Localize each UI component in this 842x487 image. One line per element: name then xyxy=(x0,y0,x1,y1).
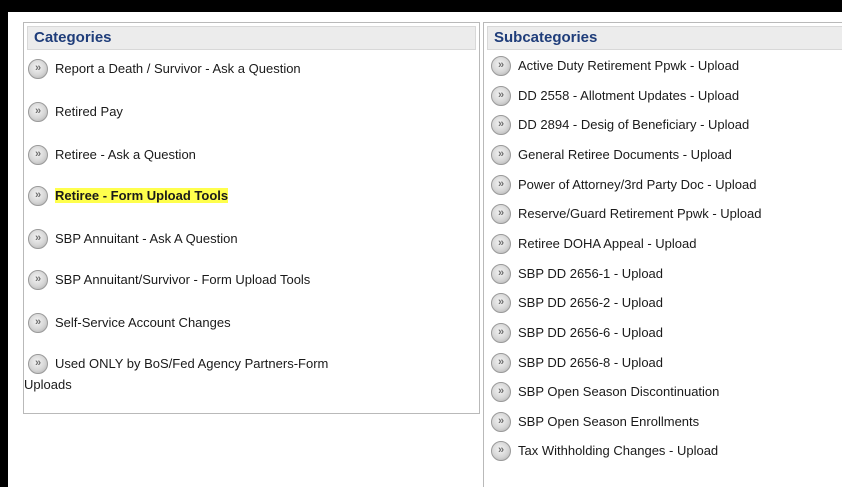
subcategory-label: Tax Withholding Changes - Upload xyxy=(518,443,719,458)
subcategory-label: SBP DD 2656-2 - Upload xyxy=(518,295,664,310)
subcategory-label: General Retiree Documents - Upload xyxy=(518,147,732,162)
subcategory-item[interactable]: Active Duty Retirement Ppwk - Upload xyxy=(491,55,842,77)
subcategory-label: SBP Open Season Enrollments xyxy=(518,414,700,429)
double-chevron-right-icon[interactable] xyxy=(28,353,48,374)
subcategory-label: SBP DD 2656-1 - Upload xyxy=(518,266,664,281)
double-chevron-right-icon[interactable] xyxy=(491,144,511,165)
category-item-retired-pay[interactable]: Retired Pay xyxy=(28,101,473,123)
double-chevron-right-icon[interactable] xyxy=(28,58,48,79)
subcategory-item[interactable]: SBP Open Season Enrollments xyxy=(491,411,842,433)
subcategory-item[interactable]: SBP DD 2656-1 - Upload xyxy=(491,263,842,285)
double-chevron-right-icon[interactable] xyxy=(28,312,48,333)
subcategory-label: SBP DD 2656-6 - Upload xyxy=(518,325,664,340)
double-chevron-right-icon[interactable] xyxy=(491,440,511,461)
subcategory-item[interactable]: Reserve/Guard Retirement Ppwk - Upload xyxy=(491,203,842,225)
categories-panel: Categories Report a Death / Survivor - A… xyxy=(23,22,480,414)
category-item-self-service[interactable]: Self-Service Account Changes xyxy=(28,312,473,334)
double-chevron-right-icon[interactable] xyxy=(491,381,511,402)
category-label: Used ONLY by BoS/Fed Agency Partners-For… xyxy=(55,356,329,371)
subcategory-label: DD 2894 - Desig of Beneficiary - Upload xyxy=(518,117,750,132)
subcategory-label: Power of Attorney/3rd Party Doc - Upload xyxy=(518,177,757,192)
category-label: SBP Annuitant - Ask A Question xyxy=(55,231,238,246)
subcategory-item[interactable]: Retiree DOHA Appeal - Upload xyxy=(491,233,842,255)
category-item-bos-fed-agency[interactable]: Used ONLY by BoS/Fed Agency Partners-For… xyxy=(24,353,473,394)
category-item-sbp-annuitant-form-upload[interactable]: SBP Annuitant/Survivor - Form Upload Too… xyxy=(28,269,473,291)
category-label: SBP Annuitant/Survivor - Form Upload Too… xyxy=(55,272,311,287)
category-item-report-death[interactable]: Report a Death / Survivor - Ask a Questi… xyxy=(28,58,473,80)
subcategory-item[interactable]: SBP DD 2656-2 - Upload xyxy=(491,292,842,314)
double-chevron-right-icon[interactable] xyxy=(491,292,511,313)
double-chevron-right-icon[interactable] xyxy=(28,101,48,122)
category-label-selected: Retiree - Form Upload Tools xyxy=(55,188,229,203)
double-chevron-right-icon[interactable] xyxy=(491,203,511,224)
subcategories-panel: Subcategories Active Duty Retirement Ppw… xyxy=(483,22,842,487)
subcategory-label: Retiree DOHA Appeal - Upload xyxy=(518,236,697,251)
double-chevron-right-icon[interactable] xyxy=(491,263,511,284)
double-chevron-right-icon[interactable] xyxy=(491,322,511,343)
subcategory-label: SBP Open Season Discontinuation xyxy=(518,384,720,399)
double-chevron-right-icon[interactable] xyxy=(491,233,511,254)
double-chevron-right-icon[interactable] xyxy=(491,352,511,373)
category-picker: Categories Report a Death / Survivor - A… xyxy=(8,12,842,487)
double-chevron-right-icon[interactable] xyxy=(28,228,48,249)
subcategory-item[interactable]: Power of Attorney/3rd Party Doc - Upload xyxy=(491,174,842,196)
screenshot-frame: Categories Report a Death / Survivor - A… xyxy=(0,0,842,487)
subcategory-label: SBP DD 2656-8 - Upload xyxy=(518,355,664,370)
double-chevron-right-icon[interactable] xyxy=(28,185,48,206)
double-chevron-right-icon[interactable] xyxy=(28,144,48,165)
category-label: Retiree - Ask a Question xyxy=(55,147,196,162)
double-chevron-right-icon[interactable] xyxy=(491,85,511,106)
subcategory-item[interactable]: SBP DD 2656-6 - Upload xyxy=(491,322,842,344)
categories-header: Categories xyxy=(27,26,476,50)
subcategory-label: Reserve/Guard Retirement Ppwk - Upload xyxy=(518,206,762,221)
category-item-sbp-annuitant-ask[interactable]: SBP Annuitant - Ask A Question xyxy=(28,228,473,250)
category-label: Report a Death / Survivor - Ask a Questi… xyxy=(55,61,301,76)
subcategory-label: Active Duty Retirement Ppwk - Upload xyxy=(518,58,740,73)
double-chevron-right-icon[interactable] xyxy=(491,55,511,76)
double-chevron-right-icon[interactable] xyxy=(491,174,511,195)
double-chevron-right-icon[interactable] xyxy=(491,114,511,135)
subcategory-item[interactable]: DD 2894 - Desig of Beneficiary - Upload xyxy=(491,114,842,136)
category-item-retiree-ask[interactable]: Retiree - Ask a Question xyxy=(28,144,473,166)
subcategories-header: Subcategories xyxy=(487,26,842,50)
subcategory-item[interactable]: SBP Open Season Discontinuation xyxy=(491,381,842,403)
subcategory-item[interactable]: SBP DD 2656-8 - Upload xyxy=(491,352,842,374)
double-chevron-right-icon[interactable] xyxy=(28,269,48,290)
category-label-continued: Uploads xyxy=(24,376,72,392)
category-label: Self-Service Account Changes xyxy=(55,315,231,330)
subcategory-item[interactable]: DD 2558 - Allotment Updates - Upload xyxy=(491,85,842,107)
double-chevron-right-icon[interactable] xyxy=(491,411,511,432)
category-item-retiree-form-upload[interactable]: Retiree - Form Upload Tools xyxy=(28,185,473,207)
subcategory-item[interactable]: General Retiree Documents - Upload xyxy=(491,144,842,166)
category-label: Retired Pay xyxy=(55,104,123,119)
subcategory-label: DD 2558 - Allotment Updates - Upload xyxy=(518,88,740,103)
subcategory-item[interactable]: Tax Withholding Changes - Upload xyxy=(491,440,842,462)
